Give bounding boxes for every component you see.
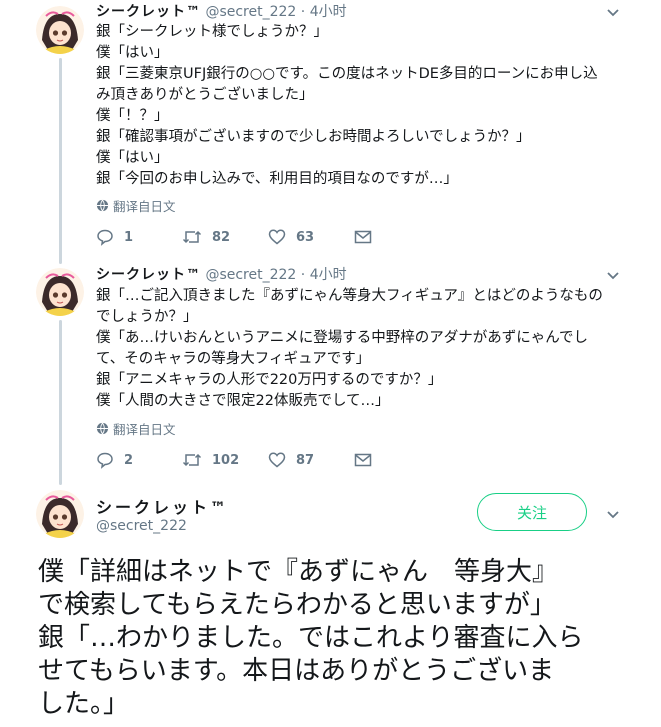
- retweet-count: 102: [212, 452, 240, 468]
- user-handle[interactable]: @secret_222: [205, 4, 296, 20]
- user-handle[interactable]: @secret_222: [205, 267, 296, 283]
- translate-link[interactable]: 翻译自日文: [96, 419, 176, 438]
- tweet-line: で検索してもらえたらわかると思いますが」: [38, 590, 556, 620]
- heart-icon: [268, 452, 286, 468]
- tweet-line: み頂きありがとうございました」: [96, 87, 314, 103]
- dm-button[interactable]: [354, 229, 440, 245]
- tweet-line: 銀「三菱東京UFJ銀行の○○です。この度はネットDE多目的ローンにお申し込: [96, 66, 598, 82]
- display-name[interactable]: シークレット™: [96, 267, 201, 283]
- like-count: 63: [296, 229, 315, 245]
- display-name[interactable]: シークレット™: [96, 494, 229, 518]
- tweet-line: 銀「…わかりました。ではこれより審査に入ら: [38, 623, 584, 653]
- avatar[interactable]: [36, 6, 84, 54]
- envelope-icon: [354, 230, 372, 244]
- retweet-icon: [182, 230, 202, 244]
- retweet-icon: [182, 453, 202, 467]
- chevron-down-icon[interactable]: [605, 506, 621, 522]
- retweet-button[interactable]: 102: [182, 451, 268, 469]
- retweet-count: 82: [212, 229, 231, 245]
- avatar[interactable]: [36, 490, 84, 538]
- follow-button[interactable]: 关注: [477, 493, 587, 531]
- reply-button[interactable]: 2: [96, 451, 182, 469]
- reply-icon: [97, 229, 113, 246]
- tweet-line: 銀「確認事項がございますので少しお時間よろしいでしょうか？」: [96, 129, 531, 145]
- tweet-line: 僕「はい」: [96, 150, 169, 166]
- retweet-button[interactable]: 82: [182, 228, 268, 246]
- tweet-line: 銀「…ご記入頂きました『あずにゃん等身大フィギュア』とはどのようなもの: [96, 288, 603, 304]
- envelope-icon: [354, 453, 372, 467]
- chevron-down-icon[interactable]: [605, 4, 621, 20]
- tweet-line: 僕「あ…けいおんというアニメに登場する中野梓のアダナがあずにゃんでし: [96, 330, 588, 346]
- tweet-header: シークレット™ @secret_222 · 4小时: [96, 3, 347, 21]
- tweet-text: 銀「…ご記入頂きました『あずにゃん等身大フィギュア』とはどのようなもの でしょう…: [96, 286, 603, 412]
- reply-button[interactable]: 1: [96, 228, 182, 246]
- timestamp[interactable]: · 4小时: [301, 4, 347, 20]
- tweet-line: て、そのキャラの等身大フィギュアです」: [96, 351, 371, 367]
- dm-button[interactable]: [354, 452, 440, 468]
- tweet-line: 僕「！？」: [96, 108, 169, 124]
- avatar[interactable]: [36, 268, 84, 316]
- tweet-line: 僕「人間の大きさで限定22体販売でして…」: [96, 393, 390, 409]
- heart-icon: [268, 229, 286, 245]
- translate-link[interactable]: 翻译自日文: [96, 196, 176, 215]
- tweet-actions: 1 82 63: [96, 228, 440, 246]
- tweet-line: 銀「シークレット様でしょうか？」: [96, 24, 328, 40]
- translate-label: 翻译自日文: [113, 199, 176, 214]
- tweet-line: 銀「アニメキャラの人形で220万円するのですか？」: [96, 372, 443, 388]
- globe-icon: [96, 422, 109, 435]
- translate-label: 翻译自日文: [113, 422, 176, 437]
- reply-icon: [97, 452, 113, 469]
- tweet-line: した。」: [38, 689, 130, 719]
- tweet-line: 僕「はい」: [96, 45, 169, 61]
- like-button[interactable]: 87: [268, 451, 354, 469]
- tweet-line: 僕「詳細はネットで『あずにゃん 等身大』: [38, 557, 559, 587]
- reply-count: 2: [124, 452, 134, 468]
- tweet-actions: 2 102 87: [96, 451, 440, 469]
- tweet[interactable]: シークレット™ @secret_222 · 4小时 銀「…ご記入頂きました『あず…: [0, 262, 661, 482]
- tweet-header: シークレット™ @secret_222 · 4小时: [96, 266, 347, 284]
- tweet-line: でしょうか？」: [96, 309, 198, 325]
- reply-count: 1: [124, 229, 134, 245]
- tweet[interactable]: シークレット™ @secret_222 · 4小时 銀「シークレット様でしょうか…: [0, 0, 661, 258]
- user-handle[interactable]: @secret_222: [96, 518, 187, 534]
- tweet-line: せてもらいます。本日はありがとうございま: [38, 656, 555, 686]
- tweet-line: 銀「今回のお申し込みで、利用目的項目なのですが…」: [96, 171, 458, 187]
- timestamp[interactable]: · 4小时: [301, 267, 347, 283]
- tweet-text: 銀「シークレット様でしょうか？」 僕「はい」 銀「三菱東京UFJ銀行の○○です。…: [96, 22, 598, 190]
- main-tweet-text: 僕「詳細はネットで『あずにゃん 等身大』 で検索してもらえたらわかると思いますが…: [38, 556, 583, 721]
- like-count: 87: [296, 452, 315, 468]
- globe-icon: [96, 199, 109, 212]
- chevron-down-icon[interactable]: [605, 267, 621, 283]
- like-button[interactable]: 63: [268, 228, 354, 246]
- display-name[interactable]: シークレット™: [96, 4, 201, 20]
